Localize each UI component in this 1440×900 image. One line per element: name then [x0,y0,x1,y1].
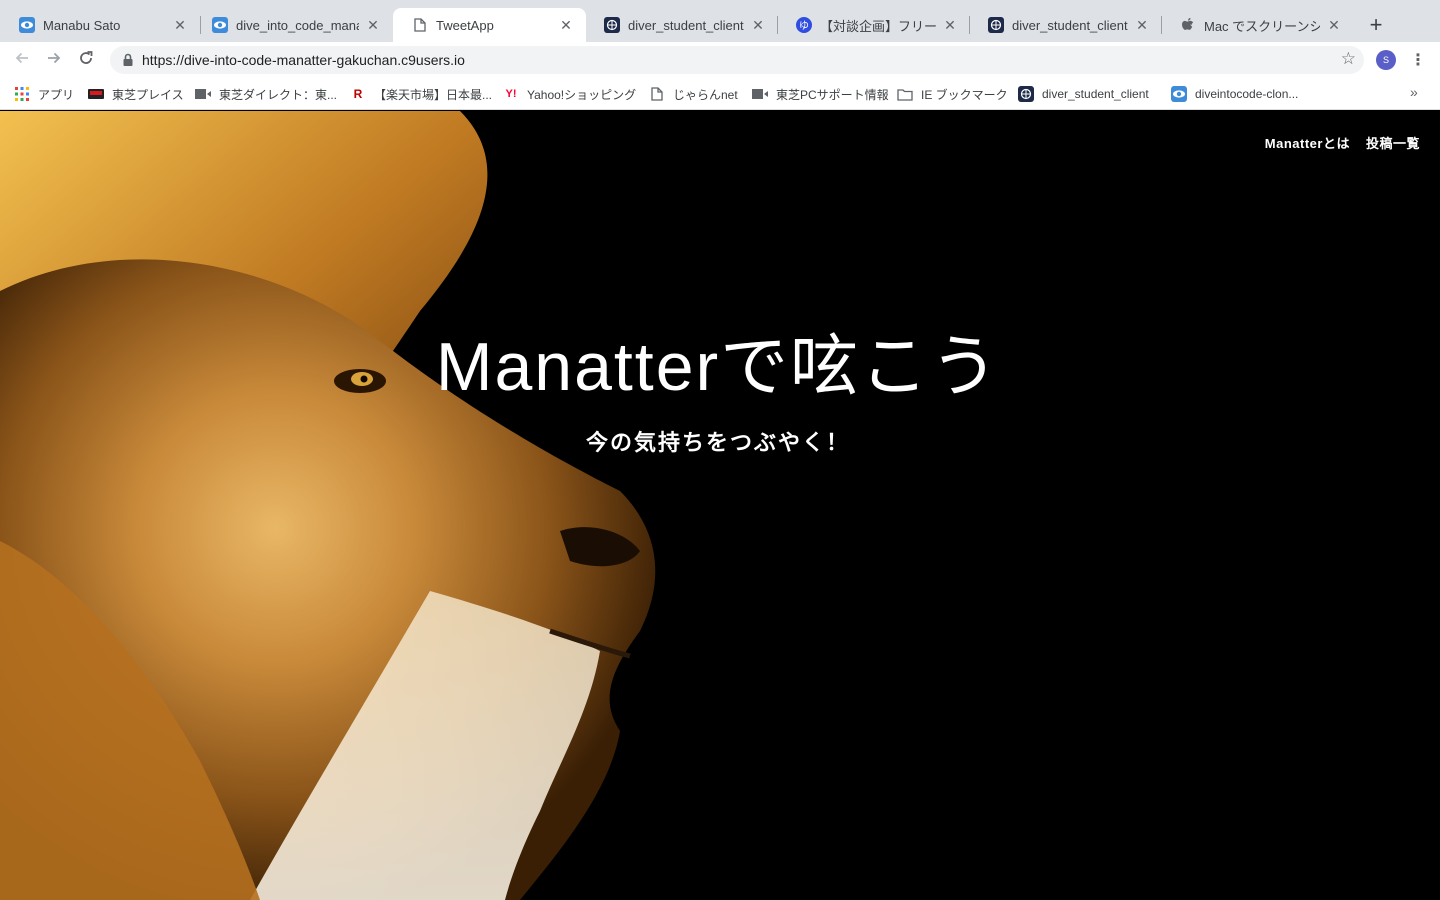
tab-diver-student-client[interactable]: diver_student_client ✕ [585,8,778,42]
url-text: https://dive-into-code-manatter-gakuchan… [142,52,465,68]
tab-title: Mac でスクリーンショット [1204,18,1320,34]
arrow-left-icon [14,50,30,71]
hero-title: Manatterで呟こう [435,329,1001,405]
bookmark-jalan[interactable]: じゃらんnet [649,84,738,104]
apps-grid-icon [14,86,30,102]
tab-title: diver_student_client [628,17,744,33]
close-icon[interactable]: ✕ [1326,17,1342,33]
close-icon[interactable]: ✕ [1134,17,1150,33]
bookmark-apps[interactable]: アプリ [14,84,74,104]
yahoo-icon: Y! [505,88,517,100]
letter-circle-icon: ゆ [796,17,812,33]
tab-title: dive_into_code_manatter [236,17,359,33]
document-icon [649,86,665,102]
bookmark-label: diver_student_client [1042,87,1149,101]
globe-icon [988,17,1004,33]
svg-text:ゆ: ゆ [799,20,809,32]
bookmark-label: Yahoo!ショッピング [527,87,637,102]
bookmark-diver-student-client[interactable]: diver_student_client [1018,84,1149,104]
nav-link-posts[interactable]: 投稿一覧 [1366,133,1420,152]
bookmark-label: アプリ [38,87,75,102]
bookmark-ie-bookmarks[interactable]: IE ブックマーク [897,84,1008,104]
avatar[interactable]: S [1376,50,1396,70]
bookmark-label: 東芝ダイレクト：東... [219,87,338,102]
tab-tweetapp[interactable]: TweetApp ✕ [393,8,586,42]
tab-manabu-sato[interactable]: Manabu Sato ✕ [0,8,200,42]
apple-icon [1180,17,1196,33]
hero-subtitle: 今の気持ちをつぶやく！ [585,430,850,455]
bookmark-label: 【楽天市場】日本最... [374,87,493,102]
browser-toolbar: https://dive-into-code-manatter-gakuchan… [0,42,1440,78]
forward-button[interactable] [42,48,66,72]
bookmarks-bar: アプリ 東芝プレイス 東芝ダイレクト：東... R 【楽天市場】日本最... Y… [0,78,1440,110]
bookmark-rakuten[interactable]: R 【楽天市場】日本最... [350,84,492,104]
bookmark-icon [195,86,211,102]
tab-title: 【対談企画】フリーランス [820,18,936,34]
close-icon[interactable]: ✕ [172,17,188,33]
globe-icon [1018,86,1034,102]
close-icon[interactable]: ✕ [365,17,381,33]
back-button[interactable] [10,48,34,72]
bookmark-label: じゃらんnet [673,87,738,102]
tab-title: Manabu Sato [43,17,121,33]
address-bar[interactable]: https://dive-into-code-manatter-gakuchan… [110,46,1364,74]
lock-icon [120,52,136,68]
tab-mac-screenshot[interactable]: Mac でスクリーンショット ✕ [1161,8,1354,42]
toshiba-icon [88,86,104,102]
bookmark-yahoo-shopping[interactable]: Y! Yahoo!ショッピング [503,84,637,104]
folder-icon [897,86,913,102]
bookmark-label: IE ブックマーク [921,87,1008,102]
bookmark-diveintocode-clone[interactable]: diveintocode-clon... [1171,84,1298,104]
tab-title: TweetApp [436,17,494,33]
reload-button[interactable] [74,48,98,72]
document-icon [412,17,428,33]
site-nav: Manatterとは 投稿一覧 [1265,133,1420,152]
bookmark-toshiba-place[interactable]: 東芝プレイス [88,84,184,104]
close-icon[interactable]: ✕ [558,17,574,33]
close-icon[interactable]: ✕ [942,17,958,33]
diveintocode-eye-icon [19,17,35,33]
reload-icon [78,50,94,71]
lion-photo [0,111,700,900]
bookmark-icon [752,86,768,102]
more-menu-icon[interactable]: ⋮ [1410,48,1426,72]
tab-taidan-kikaku[interactable]: ゆ 【対談企画】フリーランス ✕ [777,8,970,42]
tab-diver-student-client-2[interactable]: diver_student_client ✕ [969,8,1162,42]
rakuten-icon: R [353,87,363,101]
bookmark-label: diveintocode-clon... [1195,87,1299,101]
bookmarks-overflow-icon[interactable]: » [1410,84,1418,100]
diveintocode-eye-icon [1171,86,1187,102]
new-tab-button[interactable]: + [1364,12,1388,37]
tab-strip: Manabu Sato ✕ dive_into_code_manatter ✕ … [0,0,1440,42]
tab-dive-into-code-manatter[interactable]: dive_into_code_manatter ✕ [193,8,393,42]
star-icon[interactable]: ☆ [1341,49,1356,69]
bookmark-label: 東芝プレイス [112,87,184,102]
arrow-right-icon [46,50,62,71]
bookmark-toshiba-pc-support[interactable]: 東芝PCサポート情報 [752,84,889,104]
hero-section: Manatterとは 投稿一覧 Manatterで呟こう 今の気持ちをつぶやく！ [0,111,1440,900]
tab-title: diver_student_client [1012,17,1128,33]
diveintocode-eye-icon [212,17,228,33]
nav-link-about[interactable]: Manatterとは [1265,133,1350,152]
globe-icon [604,17,620,33]
bookmark-label: 東芝PCサポート情報 [776,87,889,102]
close-icon[interactable]: ✕ [750,17,766,33]
bookmark-toshiba-direct[interactable]: 東芝ダイレクト：東... [195,84,337,104]
